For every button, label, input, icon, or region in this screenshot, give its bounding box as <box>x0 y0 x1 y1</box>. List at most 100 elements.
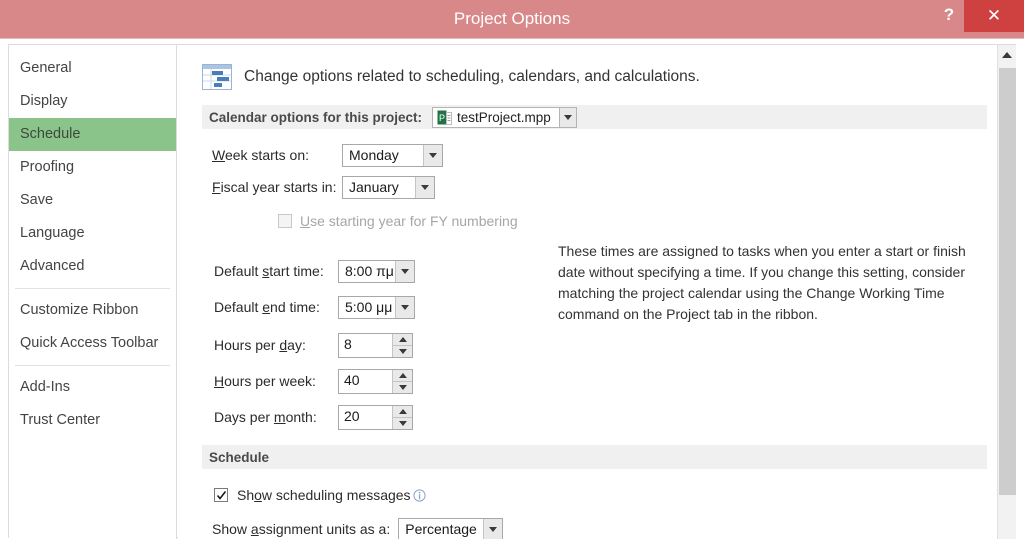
scroll-up-button[interactable] <box>998 45 1016 64</box>
hours-per-week-stepper-buttons <box>392 370 412 393</box>
calendar-options-section-header: Calendar options for this project: P tes… <box>202 105 987 129</box>
week-starts-on-label-text: eek starts on: <box>225 147 309 163</box>
assignment-units-row: Show assignment units as a: Percentage <box>212 515 996 539</box>
vertical-scrollbar[interactable] <box>997 45 1016 539</box>
hours-per-week-row: Hours per week: 40 <box>214 367 996 395</box>
scroll-thumb[interactable] <box>999 68 1016 495</box>
assignment-units-label-post: ssignment units as a: <box>259 521 391 537</box>
sidebar-item-trust-center[interactable]: Trust Center <box>9 404 176 437</box>
fiscal-year-label-text: iscal year starts in: <box>221 179 337 195</box>
hours-per-week-decrement-button[interactable] <box>393 382 412 393</box>
title-bar: Project Options ? ✕ <box>0 0 1024 38</box>
days-per-month-decrement-button[interactable] <box>393 418 412 429</box>
show-scheduling-messages-label: Show scheduling messages <box>237 487 411 503</box>
default-end-time-value: 5:00 μμ <box>339 299 395 315</box>
sidebar-item-save[interactable]: Save <box>9 184 176 217</box>
show-scheduling-messages-label-pre: Sh <box>237 487 254 503</box>
default-start-time-chevron-down-icon <box>395 261 414 282</box>
hours-per-day-decrement-button[interactable] <box>393 346 412 357</box>
fiscal-year-dropdown[interactable]: January <box>342 176 435 199</box>
default-start-time-value: 8:00 πμ <box>339 263 395 279</box>
week-starts-on-row: Week starts on: Monday <box>212 141 996 169</box>
use-starting-year-label: Use starting year for FY numbering <box>300 213 518 229</box>
sidebar-item-proofing[interactable]: Proofing <box>9 151 176 184</box>
days-per-month-label-post: onth: <box>286 409 317 425</box>
page-header-description: Change options related to scheduling, ca… <box>244 68 700 86</box>
calendar-options-title: Calendar options for this project: <box>209 110 422 125</box>
checkmark-icon <box>216 490 227 501</box>
hours-per-day-label-pre: Hours per <box>214 337 279 353</box>
hours-per-week-stepper[interactable]: 40 <box>338 369 413 394</box>
fiscal-year-starts-in-row: Fiscal year starts in: January <box>212 173 996 201</box>
default-start-time-label-post: tart time: <box>269 263 323 279</box>
sidebar-item-advanced[interactable]: Advanced <box>9 250 176 283</box>
hours-per-week-label-post: ours per week: <box>224 373 316 389</box>
days-per-month-accel: m <box>274 409 286 425</box>
show-scheduling-messages-row: Show scheduling messages <box>214 481 996 509</box>
sidebar-separator-2 <box>15 365 170 366</box>
days-per-month-value[interactable]: 20 <box>339 406 392 429</box>
default-end-time-dropdown[interactable]: 5:00 μμ <box>338 296 415 319</box>
fiscal-year-label: Fiscal year starts in: <box>212 179 342 195</box>
hours-per-day-row: Hours per day: 8 <box>214 331 996 359</box>
default-start-time-dropdown[interactable]: 8:00 πμ <box>338 260 415 283</box>
info-icon[interactable] <box>413 489 426 502</box>
days-per-month-label: Days per month: <box>214 409 338 425</box>
week-starts-on-chevron-down-icon <box>423 145 442 166</box>
use-starting-year-row: Use starting year for FY numbering <box>278 207 996 235</box>
hours-per-day-stepper[interactable]: 8 <box>338 333 413 358</box>
hours-per-day-label-post: ay: <box>287 337 306 353</box>
hours-per-week-value[interactable]: 40 <box>339 370 392 393</box>
show-scheduling-messages-checkbox[interactable] <box>214 488 228 502</box>
sidebar-item-display[interactable]: Display <box>9 85 176 118</box>
week-starts-on-accel: W <box>212 147 225 163</box>
days-per-month-stepper-buttons <box>392 406 412 429</box>
assignment-units-chevron-down-icon <box>483 519 502 539</box>
assignment-units-dropdown[interactable]: Percentage <box>398 518 503 539</box>
dialog-inner-frame: General Display Schedule Proofing Save L… <box>8 44 1016 538</box>
week-starts-on-label: Week starts on: <box>212 147 342 163</box>
default-end-time-accel: e <box>262 299 270 315</box>
default-end-time-chevron-down-icon <box>395 297 414 318</box>
sidebar-item-language[interactable]: Language <box>9 217 176 250</box>
week-starts-on-value: Monday <box>343 147 423 163</box>
use-starting-year-checkbox <box>278 214 292 228</box>
default-start-time-label: Default start time: <box>214 263 338 279</box>
assignment-units-accel: a <box>251 521 259 537</box>
default-end-time-label-pre: Default <box>214 299 262 315</box>
hours-per-day-label: Hours per day: <box>214 337 338 353</box>
options-content-pane: Change options related to scheduling, ca… <box>178 45 1016 539</box>
svg-text:P: P <box>439 113 445 123</box>
show-scheduling-messages-label-post: w scheduling messages <box>262 487 411 503</box>
sidebar-item-customize-ribbon[interactable]: Customize Ribbon <box>9 294 176 327</box>
hours-per-week-increment-button[interactable] <box>393 370 412 382</box>
hours-per-day-value[interactable]: 8 <box>339 334 392 357</box>
default-end-time-label-post: nd time: <box>270 299 320 315</box>
sidebar-item-schedule[interactable]: Schedule <box>9 118 176 151</box>
show-scheduling-messages-accel: o <box>254 487 262 503</box>
sidebar-item-general[interactable]: General <box>9 52 176 85</box>
default-end-time-label: Default end time: <box>214 299 338 315</box>
sidebar-nav: General Display Schedule Proofing Save L… <box>9 45 177 539</box>
project-file-icon: P <box>437 110 452 125</box>
close-button[interactable]: ✕ <box>964 0 1024 32</box>
days-per-month-row: Days per month: 20 <box>214 403 996 431</box>
hours-per-week-label: Hours per week: <box>214 373 338 389</box>
days-per-month-increment-button[interactable] <box>393 406 412 418</box>
sidebar-separator-1 <box>15 288 170 289</box>
days-per-month-stepper[interactable]: 20 <box>338 405 413 430</box>
default-start-time-label-pre: Default <box>214 263 262 279</box>
project-file-name: testProject.mpp <box>457 110 559 125</box>
sidebar-item-add-ins[interactable]: Add-Ins <box>9 371 176 404</box>
sidebar-item-quick-access-toolbar[interactable]: Quick Access Toolbar <box>9 327 176 360</box>
hours-per-week-accel: H <box>214 373 224 389</box>
fiscal-year-value: January <box>343 179 415 195</box>
week-starts-on-dropdown[interactable]: Monday <box>342 144 443 167</box>
fiscal-year-accel: F <box>212 179 221 195</box>
schedule-section-title: Schedule <box>209 450 269 465</box>
assignment-units-label: Show assignment units as a: <box>212 521 390 537</box>
project-file-dropdown[interactable]: P testProject.mpp <box>432 107 577 128</box>
hours-per-day-accel: d <box>279 337 287 353</box>
help-button[interactable]: ? <box>934 0 964 32</box>
hours-per-day-increment-button[interactable] <box>393 334 412 346</box>
